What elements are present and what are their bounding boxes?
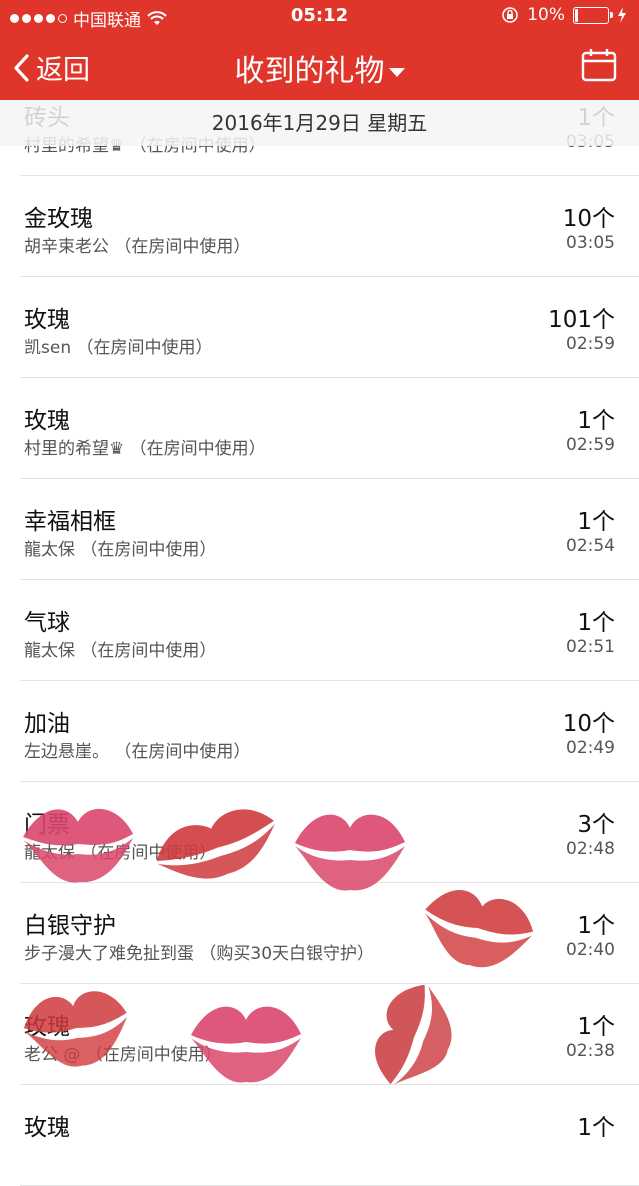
gift-name: 加油	[24, 711, 70, 737]
gift-count: 1个	[577, 913, 615, 939]
gift-time: 02:51	[566, 637, 615, 657]
gift-name: 玫瑰	[24, 1115, 70, 1141]
rotation-lock-icon	[502, 7, 519, 23]
date-section-header: 2016年1月29日 星期五	[0, 100, 639, 146]
gift-sender: 老公 @ （在房间中使用）	[24, 1045, 222, 1065]
gift-row[interactable]: 加油左边悬崖。 （在房间中使用） 10个 02:49	[20, 681, 639, 782]
gift-sender: 左边悬崖。 （在房间中使用）	[24, 742, 251, 762]
gift-name: 金玫瑰	[24, 206, 93, 232]
status-bar: 中国联通 05:12 10%	[0, 0, 639, 34]
gift-sender: 胡辛束老公 （在房间中使用）	[24, 237, 251, 257]
gift-count: 101个	[548, 307, 615, 333]
gift-list[interactable]: 砖头村里的希望♛ （在房间中使用）1个03:05金玫瑰胡辛束老公 （在房间中使用…	[0, 100, 639, 1186]
gift-count: 10个	[562, 711, 615, 737]
gift-sender: 龍太保 （在房间中使用）	[24, 540, 217, 560]
gift-time: 02:59	[566, 435, 615, 455]
gift-count: 1个	[577, 610, 615, 636]
gift-row[interactable]: 幸福相框龍太保 （在房间中使用） 1个 02:54	[20, 479, 639, 580]
gift-row[interactable]: 白银守护步子漫大了难免扯到蛋 （购买30天白银守护） 1个 02:40	[20, 883, 639, 984]
gift-time: 02:48	[566, 839, 615, 859]
gift-row[interactable]: 玫瑰老公 @ （在房间中使用） 1个 02:38	[20, 984, 639, 1085]
gift-time: 03:05	[566, 233, 615, 253]
gift-sender: 龍太保 （在房间中使用）	[24, 641, 217, 661]
gift-row[interactable]: 玫瑰村里的希望♛ （在房间中使用） 1个 02:59	[20, 378, 639, 479]
gift-count: 10个	[562, 206, 615, 232]
gift-name: 气球	[24, 610, 70, 636]
gift-count: 1个	[577, 408, 615, 434]
gift-count: 3个	[577, 812, 615, 838]
gift-row[interactable]: 金玫瑰胡辛束老公 （在房间中使用） 10个 03:05	[20, 176, 639, 277]
battery-icon	[573, 6, 613, 24]
gift-time: 02:40	[566, 940, 615, 960]
gift-count: 1个	[577, 1115, 615, 1141]
gift-sender: 步子漫大了难免扯到蛋 （购买30天白银守护）	[24, 944, 375, 964]
gift-count: 1个	[577, 509, 615, 535]
gift-time: 02:54	[566, 536, 615, 556]
gift-name: 门票	[24, 812, 70, 838]
gift-name: 玫瑰	[24, 408, 70, 434]
gift-sender: 村里的希望♛ （在房间中使用）	[24, 439, 266, 459]
gift-name: 玫瑰	[24, 307, 70, 333]
charging-icon	[618, 7, 626, 23]
gift-name: 玫瑰	[24, 1014, 70, 1040]
gift-row[interactable]: 玫瑰 1个	[20, 1085, 639, 1186]
gift-count: 1个	[577, 1014, 615, 1040]
gift-name: 幸福相框	[24, 509, 116, 535]
gift-name: 白银守护	[24, 913, 116, 939]
gift-time: 02:49	[566, 738, 615, 758]
gift-time: 02:38	[566, 1041, 615, 1061]
battery-percent: 10%	[527, 5, 565, 25]
gift-row[interactable]: 门票龍太保 （在房间中使用） 3个 02:48	[20, 782, 639, 883]
gift-sender: 龍太保 （在房间中使用）	[24, 843, 217, 863]
gift-row[interactable]: 玫瑰凯sen （在房间中使用） 101个 02:59	[20, 277, 639, 378]
gift-time: 02:59	[566, 334, 615, 354]
gift-sender: 凯sen （在房间中使用）	[24, 338, 213, 358]
status-right: 10%	[501, 5, 627, 25]
gift-row[interactable]: 气球龍太保 （在房间中使用） 1个 02:51	[20, 580, 639, 681]
